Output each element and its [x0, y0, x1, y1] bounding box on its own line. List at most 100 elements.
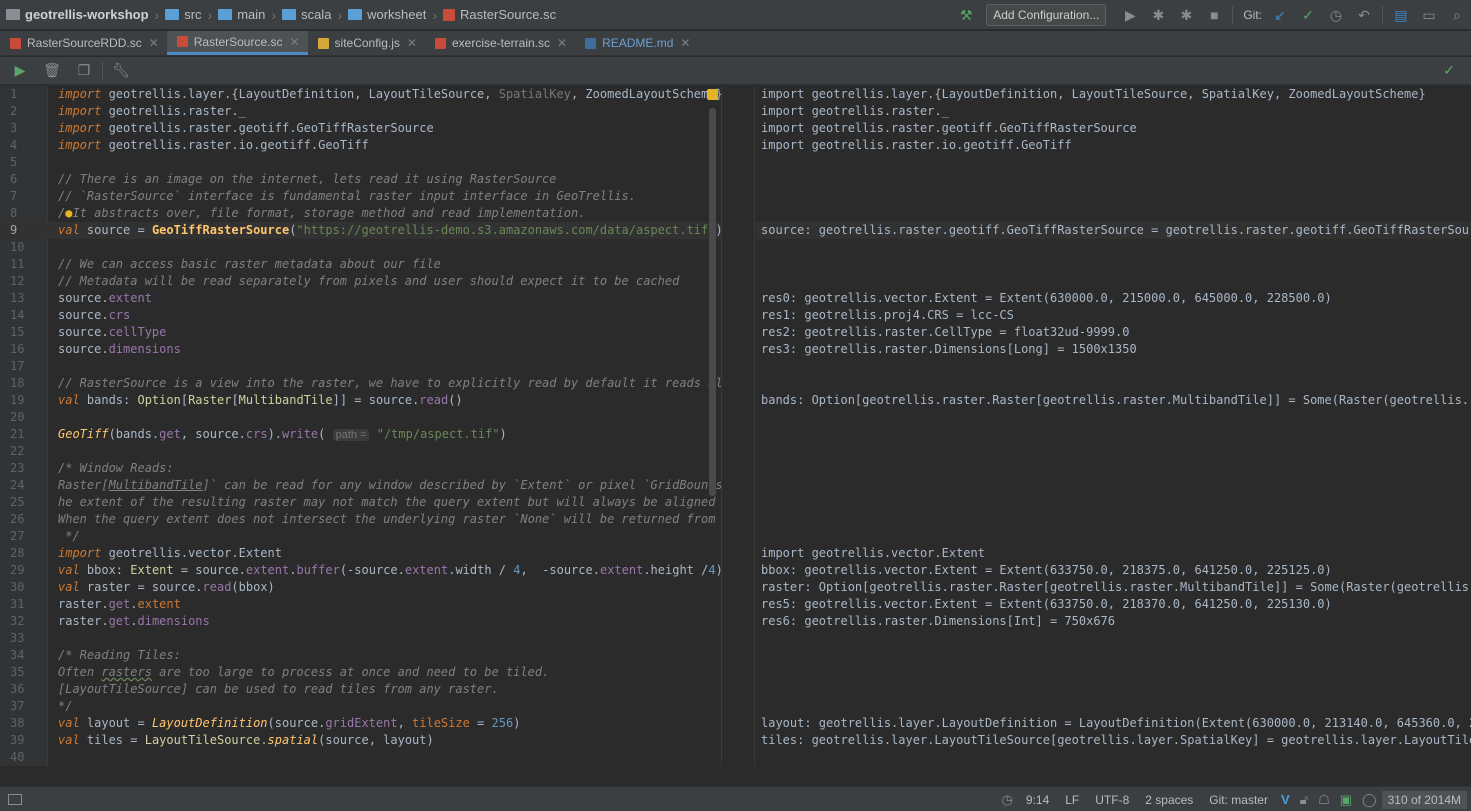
line-separator[interactable]: LF: [1065, 793, 1079, 807]
tab-exercise-terrain[interactable]: exercise-terrain.sc ✕: [425, 31, 575, 55]
editor-tab-bar: RasterSourceRDD.sc ✕ RasterSource.sc ✕ s…: [0, 31, 1471, 56]
main-toolbar: ⚒ Add Configuration... ▶ ✱ ✱ ■ Git: ↙ ✓ …: [952, 0, 1471, 30]
tab-rastersourcerdd[interactable]: RasterSourceRDD.sc ✕: [0, 31, 167, 55]
breadcrumb-item-worksheet[interactable]: worksheet: [348, 0, 426, 30]
line-number: 13: [10, 291, 25, 305]
inspector-icon[interactable]: ☖: [1318, 792, 1330, 808]
line-number: 28: [10, 546, 25, 560]
clean-trash-icon[interactable]: 🗑︎: [41, 60, 63, 82]
vcs-check-icon[interactable]: V: [1281, 792, 1290, 807]
code-text: /* Reading Tiles:: [58, 648, 181, 662]
breadcrumb-item-main[interactable]: main: [218, 0, 265, 30]
search-everywhere-icon[interactable]: ⌕: [1446, 4, 1468, 26]
stop-icon[interactable]: ■: [1203, 4, 1225, 26]
line-number: 11: [10, 257, 25, 271]
breadcrumb-item-file[interactable]: RasterSource.sc: [443, 0, 556, 30]
close-icon[interactable]: ✕: [557, 36, 567, 50]
code-line: 25 he extent of the resulting raster may …: [0, 494, 721, 511]
breadcrumb-item-label: scala: [301, 7, 332, 22]
code-line: 28 import geotrellis.vector.Extent: [0, 545, 721, 562]
run-worksheet-icon[interactable]: ▶: [9, 60, 31, 82]
tab-rastersource[interactable]: RasterSource.sc ✕: [166, 31, 308, 55]
code-line: 2 import geotrellis.raster._: [0, 103, 721, 120]
close-icon[interactable]: ✕: [289, 35, 299, 49]
presentation-mode-icon[interactable]: ▭: [1418, 4, 1440, 26]
tab-label: siteConfig.js: [334, 36, 400, 50]
code-line: 8 /●It abstracts over, file format, stora…: [0, 205, 721, 222]
output-line: res2: geotrellis.raster.CellType = float…: [761, 325, 1130, 339]
settings-wrench-icon[interactable]: 🔧︎: [110, 60, 132, 82]
run-icon[interactable]: ▶: [1119, 4, 1141, 26]
debug-bug-icon[interactable]: ✱: [1147, 4, 1169, 26]
breadcrumb-item-scala[interactable]: scala: [282, 0, 331, 30]
output-line: import geotrellis.raster.io.geotiff.GeoT…: [761, 138, 1072, 152]
line-number: 32: [10, 614, 25, 628]
code-line: 15 source.cellType: [0, 324, 721, 341]
file-encoding[interactable]: UTF-8: [1095, 793, 1129, 807]
close-icon[interactable]: ✕: [407, 36, 417, 50]
notifications-icon[interactable]: ◯: [1362, 792, 1377, 808]
code-line: 32 raster.get.dimensions: [0, 613, 721, 630]
line-number: 38: [10, 716, 25, 730]
event-log-icon[interactable]: ▣: [1340, 792, 1352, 808]
code-line: 12 // Metadata will be read separately fr…: [0, 273, 721, 290]
code-editor[interactable]: 1 import geotrellis.layer.{LayoutDefiniti…: [0, 86, 721, 766]
scala-file-icon: [176, 36, 188, 47]
worksheet-divider: [721, 86, 755, 766]
code-text: // `RasterSource` interface is fundament…: [58, 189, 636, 203]
line-number: 20: [10, 410, 25, 424]
code-line: 16 source.dimensions: [0, 341, 721, 358]
code-text: val raster = source.read(bbox): [58, 580, 275, 594]
caret-position[interactable]: 9:14: [1026, 793, 1049, 807]
git-history-clock-icon[interactable]: ◷: [1325, 4, 1347, 26]
code-text: source.dimensions: [58, 342, 181, 356]
code-text: GeoTiff(bands.get, source.crs).write( pa…: [58, 427, 507, 441]
project-structure-icon[interactable]: ▤: [1390, 4, 1412, 26]
add-configuration-button[interactable]: Add Configuration...: [986, 4, 1107, 26]
git-rollback-icon[interactable]: ↶: [1353, 4, 1375, 26]
indent-setting[interactable]: 2 spaces: [1145, 793, 1193, 807]
code-text: he extent of the resulting raster may no…: [58, 495, 721, 509]
code-line: 23 /* Window Reads:: [0, 460, 721, 477]
close-icon[interactable]: ✕: [149, 36, 159, 50]
lock-icon[interactable]: 🔓︎: [1300, 792, 1308, 808]
close-icon[interactable]: ✕: [680, 36, 690, 50]
line-number: 35: [10, 665, 25, 679]
breadcrumb-project[interactable]: geotrellis-workshop: [6, 0, 149, 30]
output-line: layout: geotrellis.layer.LayoutDefinitio…: [761, 716, 1471, 730]
profile-icon[interactable]: ✱: [1175, 4, 1197, 26]
line-number: 10: [10, 240, 25, 254]
line-number: 2: [10, 104, 18, 118]
git-commit-check-icon[interactable]: ✓: [1297, 4, 1319, 26]
code-text: [LayoutTileSource] can be used to read t…: [58, 682, 499, 696]
breadcrumb-item-label: main: [237, 7, 266, 22]
line-number: 34: [10, 648, 25, 662]
folder-icon: [165, 9, 180, 20]
git-update-icon[interactable]: ↙: [1269, 4, 1291, 26]
code-text: // Metadata will be read separately from…: [58, 274, 680, 288]
code-line: 24 Raster[MultibandTile]` can be read for…: [0, 477, 721, 494]
tab-siteconfig[interactable]: siteConfig.js ✕: [308, 31, 425, 55]
tool-windows-icon[interactable]: [8, 793, 22, 805]
line-number: 18: [10, 376, 25, 390]
code-line: 36 [LayoutTileSource] can be used to read…: [0, 681, 721, 698]
editor-scrollbar[interactable]: [709, 108, 716, 496]
memory-indicator[interactable]: 310 of 2014M: [1381, 790, 1467, 809]
clock-icon[interactable]: ◷: [1002, 792, 1013, 808]
code-text: import geotrellis.layer.{LayoutDefinitio…: [58, 87, 721, 101]
breadcrumb-item-src[interactable]: src: [165, 0, 202, 30]
line-number: 21: [10, 427, 25, 441]
git-branch[interactable]: Git: master: [1209, 793, 1268, 807]
warning-marker-icon[interactable]: [707, 89, 718, 100]
line-number: 16: [10, 342, 25, 356]
line-number: 9: [10, 223, 18, 237]
tab-readme[interactable]: README.md ✕: [575, 31, 698, 55]
success-check-icon: ✓: [1443, 62, 1455, 78]
toolbar-divider: [102, 61, 103, 80]
build-hammer-icon[interactable]: ⚒: [955, 4, 977, 26]
code-text: source.extent: [58, 291, 152, 305]
code-line: 21 GeoTiff(bands.get, source.crs).write( …: [0, 426, 721, 443]
output-line: import geotrellis.vector.Extent: [761, 546, 985, 560]
copy-icon[interactable]: ❐: [73, 60, 95, 82]
code-text: Often rasters are too large to process a…: [58, 665, 550, 679]
